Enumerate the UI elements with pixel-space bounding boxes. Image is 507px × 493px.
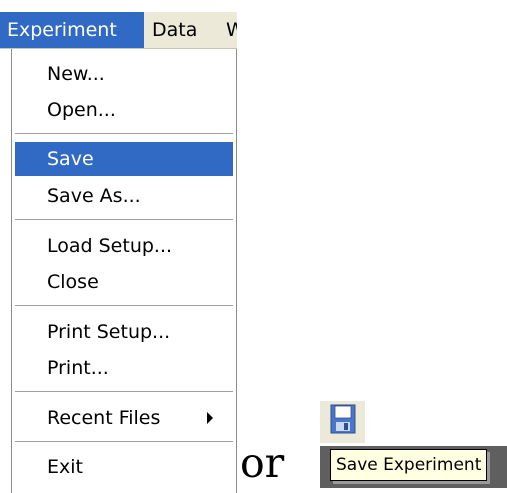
menu-item-recent-files-label: Recent Files xyxy=(47,407,161,429)
save-tooltip: Save Experiment xyxy=(330,449,488,481)
menu-separator xyxy=(15,391,233,392)
menu-item-save-as[interactable]: Save As... xyxy=(15,179,233,213)
menu-separator xyxy=(15,305,233,306)
submenu-arrow-icon xyxy=(207,412,213,424)
menu-item-new[interactable]: New... xyxy=(15,57,233,91)
experiment-dropdown-menu: New... Open... Save Save As... Load Setu… xyxy=(11,49,237,493)
floppy-disk-icon xyxy=(330,404,356,434)
menu-item-exit[interactable]: Exit xyxy=(15,450,233,484)
menu-window-partial[interactable]: W xyxy=(226,12,237,48)
menu-experiment[interactable]: Experiment xyxy=(0,12,144,48)
menu-separator xyxy=(15,219,233,220)
connector-text: or xyxy=(240,439,285,487)
menu-item-save[interactable]: Save xyxy=(15,142,233,176)
menu-separator xyxy=(15,441,233,442)
menu-item-close[interactable]: Close xyxy=(15,265,233,299)
menu-item-print-setup[interactable]: Print Setup... xyxy=(15,315,233,349)
menu-item-recent-files[interactable]: Recent Files xyxy=(15,401,233,435)
menu-separator xyxy=(15,133,233,134)
menu-bar: Experiment Data W xyxy=(0,12,237,49)
menu-item-print[interactable]: Print... xyxy=(15,351,233,385)
menu-item-load-setup[interactable]: Load Setup... xyxy=(15,229,233,263)
menu-item-open[interactable]: Open... xyxy=(15,93,233,127)
menu-data[interactable]: Data xyxy=(152,12,197,48)
